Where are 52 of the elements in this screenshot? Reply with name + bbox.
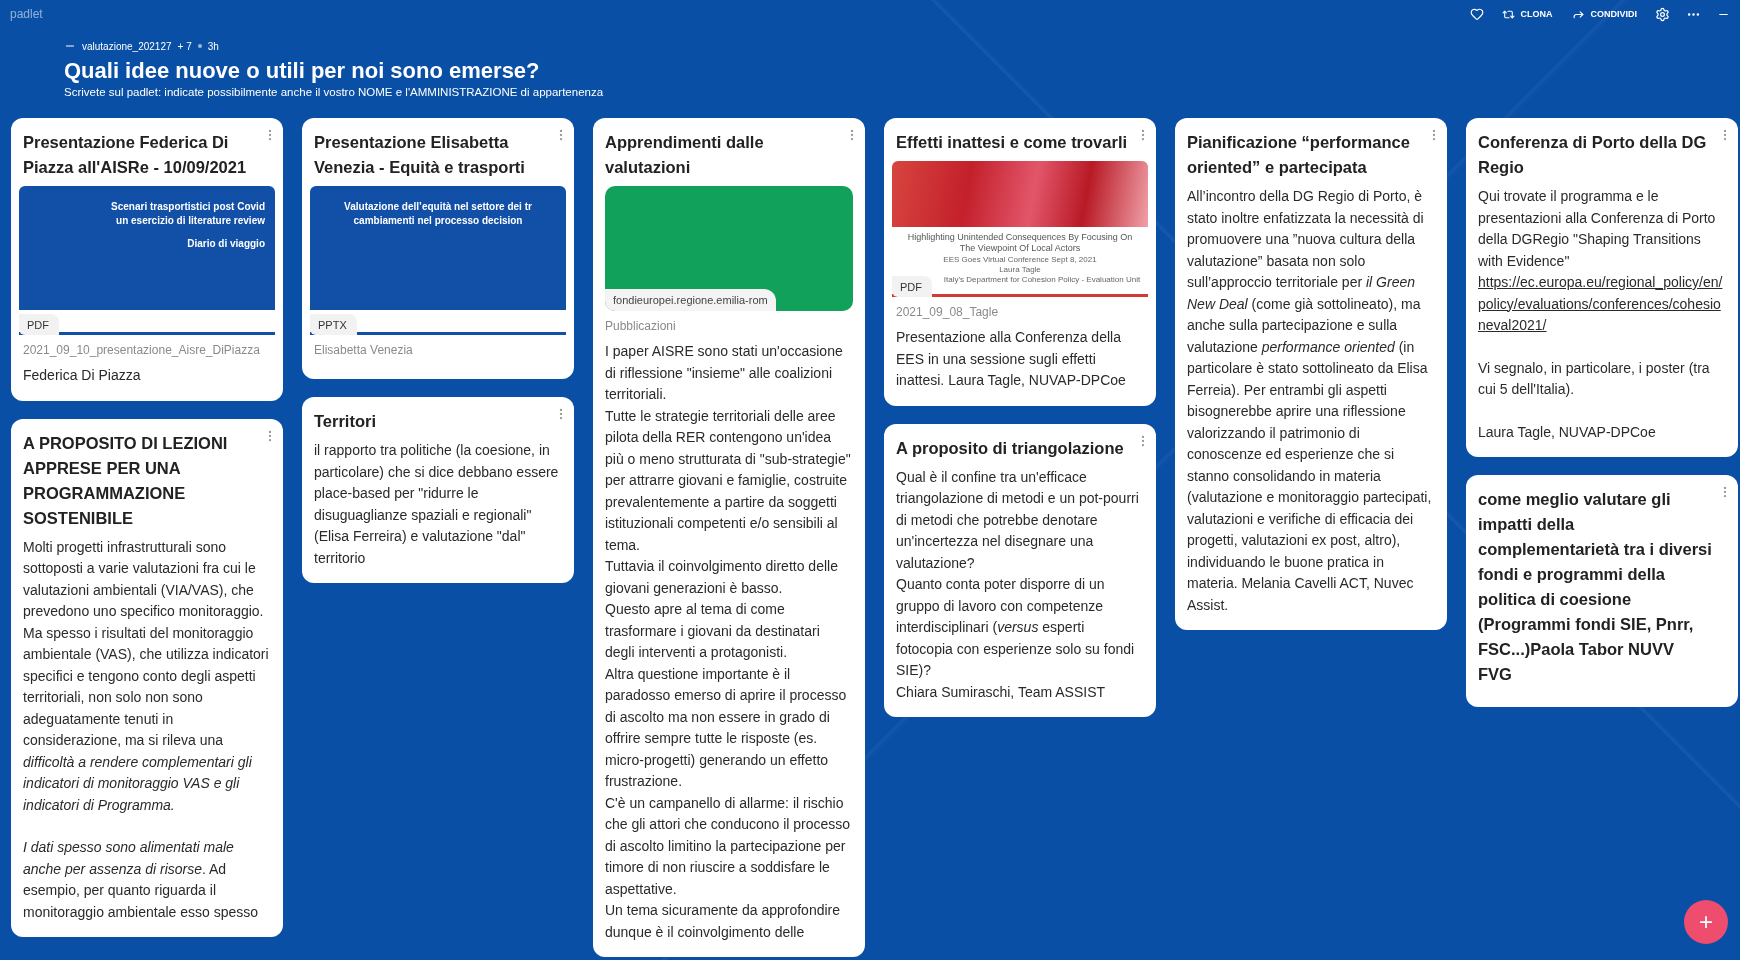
app-logo[interactable]: padlet xyxy=(10,7,43,21)
author-name: valutazione_202127 xyxy=(82,40,172,52)
post-title: come meglio valutare gli impatti della complementarietà tra i diversi fondi e programmi della politica di coesione (Programmi fondi SIE, Pnrr, FSC...)Paola Tabor NUVV FVG xyxy=(1478,489,1713,685)
document-title: Highlighting Unintended Consequences By Focusing On The Viewpoint Of Local Actors xyxy=(906,232,1134,254)
slide-subheading: Diario di viaggio xyxy=(187,238,265,249)
post-text: il rapporto tra politiche (la coesione, in particolare) che si dice debbano essere place-based per "ridurre le disuguaglianze spaziali e regionali" (Elisa Ferreira) e valutazione "dal" territorio xyxy=(314,441,560,568)
document-author: Laura Tagle xyxy=(999,265,1041,274)
heart-icon[interactable] xyxy=(1470,7,1485,21)
post-title: Territori xyxy=(314,411,378,432)
board-subtitle: Scrivete sul padlet: indicate possibilmente anche il vostro NOME e l'AMMINISTRAZIONE di appartenenza xyxy=(64,86,605,98)
time-ago: 3h xyxy=(207,40,219,52)
post-text: Presentazione alla Conferenza della EES in una sessione sugli effetti inattesi. Laura Tagle, NUVAP-DPCoe xyxy=(896,328,1127,390)
link[interactable]: https://ec.europa.eu/regional_policy/en/policy/evaluations/conferences/cohesioneval2021/ xyxy=(1478,272,1726,337)
document-event: EES Goes Virtual Conference Sept 8, 2021 xyxy=(943,255,1097,264)
add-post-button[interactable]: + xyxy=(1684,900,1728,944)
document-affiliation: Italy's Department for Cohesion Policy - Evaluation Unit xyxy=(943,275,1141,284)
board-title: Quali idee nuove o utili per noi sono emerse? xyxy=(64,58,541,84)
attachment-caption: Pubblicazioni xyxy=(605,319,677,333)
attachment-caption: Elisabetta Venezia xyxy=(314,343,414,357)
file-type-badge: PDF xyxy=(19,314,59,335)
link-preview[interactable]: fondieuropei.regione.emilia-rom xyxy=(605,186,853,311)
share-button[interactable]: CONDIVIDI xyxy=(1570,5,1639,23)
attachment-caption: 2021_09_08_Tagle xyxy=(896,305,1000,319)
file-type-badge: PDF xyxy=(892,276,932,297)
post-title: Pianificazione “performance oriented” e partecipata xyxy=(1187,132,1411,178)
post-title: Effetti inattesi e come trovarli xyxy=(896,132,1129,153)
post-text: Vi segnalo, in particolare, i poster (tra cui 5 dell'Italia). xyxy=(1478,358,1711,399)
attachment-caption: 2021_09_10_presentazione_Aisre_DiPiazza xyxy=(23,343,261,357)
post-text: Federica Di Piazza xyxy=(23,366,142,385)
post-text: I paper AISRE sono stati un'occasione di riflessione "insieme" alle coalizioni territoriali. Tutte le strategie territoriali delle aree pilota della RER contengono un'idea più o meno strutturata di "sub-strategie" per attrarre giovani e famiglie, costruite prevalentemente a partire da soggetti istituzionali competenti e/o sensibili al tema. Tuttavia il coinvolgimento diretto delle giovani generazioni è basso. Questo apre al tema di come trasformare i giovani da destinatari degli interventi a protagonisti. Altra questione importante è il paradosso emerso di aprire il processo di ascolto ma non essere in grado di offrire sempre tutte le risposte (es. micro-progetti) generando un effetto frustrazione. C'è un campanello di allarme: il rischio che gli attori che conducono il processo di ascolto limitino la partecipazione per timore di non riuscire a soddisfare le aspettative. Un tema sicuramente da approfondire dunque è il coinvolgimento delle xyxy=(605,342,852,942)
clone-button[interactable]: CLONA xyxy=(1500,5,1555,23)
post-title: Presentazione Federica Di Piazza all'AISRe - 10/09/2021 xyxy=(23,132,248,178)
slide-heading: cambiamenti nel processo decision xyxy=(353,214,523,228)
post-text: Qui trovate il programma e le presentazioni alla Conferenza di Porto della DGRegio "Shaping Transitions with Evidence" https://ec.europa.eu/regional_policy/en/policy/evaluations/conferences/cohesioneval2021/ xyxy=(1478,186,1726,337)
file-type-badge: PPTX xyxy=(310,314,357,335)
post-title: Presentazione Elisabetta Venezia - Equità e trasporti xyxy=(314,132,526,178)
post-title: Conferenza di Porto della DG Regio xyxy=(1478,132,1708,178)
post-text: All’incontro della DG Regio di Porto, è stato inoltre enfatizzata la necessità di promuovere una ”nuova cultura della valutazione” basata non solo sull’approccio territoriale per il Green New Deal (come già sottolineato), ma anche sulla partecipazione e sulla valutazione performance oriented (in particolare è stato sottolineato da Elisa Ferreia). Per entrambi gli aspetti bisognerebbe aprire una riflessione valorizzando il patrimonio di conoscenze ed esperienze che si stanno consolidando in materia (valutazione e monitoraggio partecipati, valutazioni e verifiche di efficacia dei progetti, valutazioni ex post, altro), individuando le buone pratica in materia. Melania Cavelli ACT, Nuvec Assist. xyxy=(1187,187,1433,615)
post-text: Molti progetti infrastrutturali sono sottoposti a varie valutazioni fra cui le valutazioni ambientali (VIA/VAS), che prevedono uno specifico monitoraggio. Ma spesso i risultati del monitoraggio ambientale (VAS), che utilizza indicatori specifici e tengono conto degli aspetti territoriali, non solo non sono adeguatamente tenuti in considerazione, ma si rileva una difficoltà a rendere complementari gli indicatori di monitoraggio VAS e gli indicatori di Programma. xyxy=(23,537,270,815)
post-text: Laura Tagle, NUVAP-DPCoe xyxy=(1478,422,1657,442)
link-url: fondieuropei.regione.emilia-rom xyxy=(605,289,776,311)
post-text: Qual è il confine tra un'efficace triangolazione di metodi e un pot-pourri di metodi che potrebbe denotare un'incertezza nel disegnare una valutazione? Quanto conta poter disporre di un gruppo di lavoro con competenze interdisciplinari (versus esperti fotocopia con esperienze solo su fondi SIE)? Chiara Sumiraschi, Team ASSIST xyxy=(896,467,1140,702)
post-text: I dati spesso sono alimentati male anche per assenza di risorse. Ad esempio, per quanto riguarda il monitoraggio ambientale esso spesso xyxy=(23,838,260,922)
separator-dot xyxy=(197,44,202,48)
contributors-count: + 7 xyxy=(177,40,192,52)
settings-icon[interactable] xyxy=(1655,6,1670,22)
post-title: A proposito di triangolazione xyxy=(896,437,1125,459)
slide-heading: Scenari trasportistici post Covid xyxy=(111,200,265,214)
post-title: A PROPOSITO DI LEZIONI APPRESE PER UNA PROGRAMMAZIONE SOSTENIBILE xyxy=(23,432,229,529)
slide-heading: Valutazione dell’equità nel settore dei tr xyxy=(344,200,532,214)
slide-heading: un esercizio di literature review xyxy=(116,214,265,228)
post-title: Apprendimenti dalle valutazioni xyxy=(605,132,765,178)
